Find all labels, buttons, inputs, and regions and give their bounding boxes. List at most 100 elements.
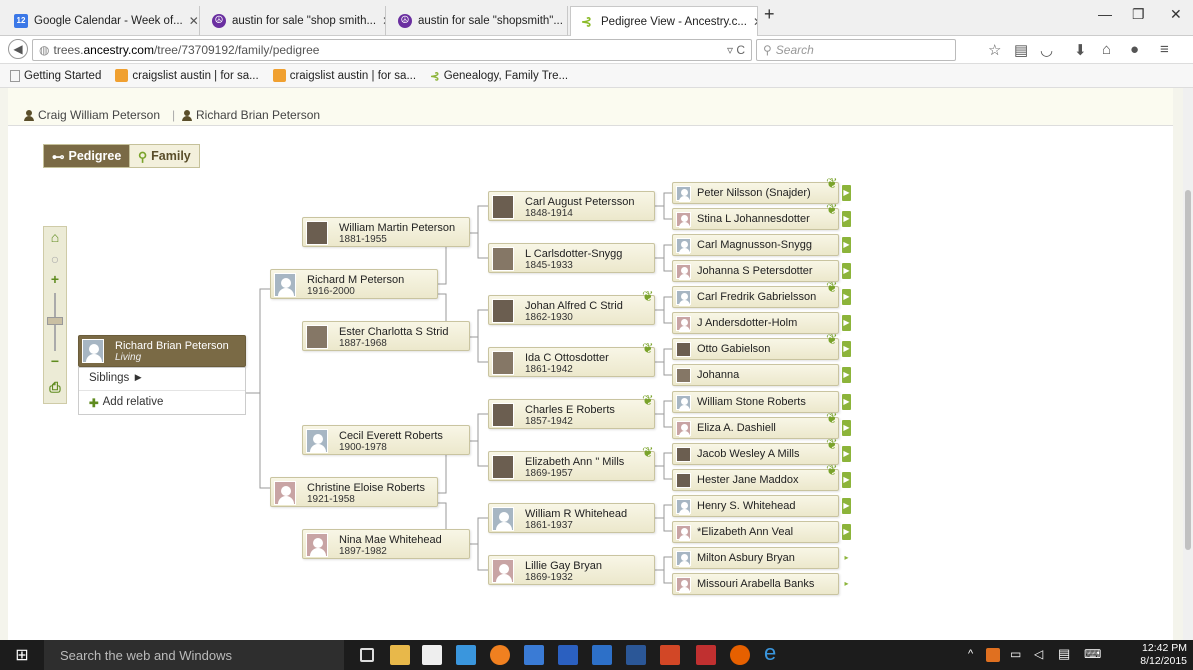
reload-icon[interactable]: ▿ C [727,43,745,57]
system-clock[interactable]: 12:42 PM 8/12/2015 [1140,642,1187,668]
close-icon[interactable]: ✕ [753,15,757,29]
expand-arrow-icon[interactable]: ▶ [842,341,851,357]
person-card[interactable]: Jacob Wesley A Mills ❦ [672,436,839,465]
hint-leaf-icon[interactable]: ❦ [642,392,658,408]
scrollbar-thumb[interactable] [1185,190,1191,550]
hint-leaf-icon[interactable]: ❦ [826,279,842,295]
expand-arrow-icon[interactable]: ▶ [842,237,851,253]
expand-arrow-icon[interactable]: ▶ [842,394,851,410]
person-card[interactable]: J Andersdotter-Holm [672,312,839,334]
person-card[interactable]: Carl Fredrik Gabrielsson ❦ [672,279,839,308]
expand-arrow-icon[interactable]: ▶ [842,289,851,305]
close-window-button[interactable]: ✕ [1170,6,1182,23]
expand-arrow-icon[interactable]: ▶ [842,367,851,383]
person-card[interactable]: L Carlsdotter-Snygg 1845-1933 [488,243,655,273]
expand-arrow-icon[interactable]: ▶ [842,524,851,540]
hint-leaf-icon[interactable]: ❦ [826,410,842,426]
bookmark-craigslist-1[interactable]: craigslist austin | for sa... [115,69,259,82]
person-card[interactable]: William R Whitehead 1861-1937 [488,503,655,533]
start-button[interactable]: ⊞ [0,640,44,670]
edge-icon[interactable]: e [764,642,784,664]
volume-icon[interactable]: ◁ [1034,647,1043,661]
person-card[interactable]: Ester Charlotta S Strid 1887-1968 [302,321,470,351]
app-icon[interactable] [696,645,716,665]
person-card[interactable]: Otto Gabielson ❦ [672,331,839,360]
person-card[interactable]: Johanna S Petersdotter [672,260,839,282]
chat-icon[interactable]: ● [1130,41,1139,58]
person-card[interactable]: Peter Nilsson (Snajder) ❦ [672,175,839,204]
person-card[interactable]: Elizabeth Ann " Mills 1869-1957 ❦ [488,444,655,481]
add-relative-link[interactable]: ✚ Add relative [89,396,163,410]
pocket-icon[interactable]: ◡ [1040,41,1053,59]
expand-arrow-icon[interactable]: ▶ [842,211,851,227]
tray-app-icon[interactable] [986,648,1000,662]
person-card[interactable]: Cecil Everett Roberts 1900-1978 [302,425,470,455]
person-card[interactable]: Lillie Gay Bryan 1869-1932 [488,555,655,585]
tab-craigslist-2[interactable]: ☮ austin for sale "shopsmith"... ✕ [388,6,568,36]
home-icon[interactable]: ⌂ [1102,41,1111,58]
expand-arrow-icon[interactable]: ▶ [842,315,851,331]
hint-leaf-icon[interactable]: ❦ [826,436,842,452]
hint-leaf-icon[interactable]: ❦ [642,444,658,460]
close-icon[interactable]: ✕ [382,14,385,28]
mail-icon[interactable] [456,645,476,665]
person-card[interactable]: William Martin Peterson 1881-1955 [302,217,470,247]
person-card[interactable]: Christine Eloise Roberts 1921-1958 [270,477,438,507]
powerpoint-icon[interactable] [660,645,680,665]
person-card[interactable]: Missouri Arabella Banks [672,573,839,595]
menu-icon[interactable]: ≡ [1160,41,1169,58]
person-card[interactable]: *Elizabeth Ann Veal [672,521,839,543]
app-icon[interactable] [558,645,578,665]
back-button[interactable]: ◀ [8,39,28,59]
bookmark-star-icon[interactable]: ☆ [988,41,1001,59]
expand-arrow-icon[interactable]: ▶ [842,446,851,462]
network-icon[interactable]: ▭ [1010,647,1021,661]
download-icon[interactable]: ⬇ [1074,41,1087,59]
reading-list-icon[interactable]: ▤ [1014,41,1028,59]
hint-leaf-icon[interactable]: ❦ [826,462,842,478]
person-card[interactable]: Carl August Petersson 1848-1914 [488,191,655,221]
task-view-icon[interactable] [360,648,374,662]
store-icon[interactable] [422,645,442,665]
expand-arrow-icon[interactable]: ▶ [842,185,851,201]
new-tab-button[interactable]: + [764,4,775,25]
person-card[interactable]: Milton Asbury Bryan [672,547,839,569]
expand-arrow-icon[interactable]: ▶ [842,263,851,279]
hint-leaf-icon[interactable]: ❦ [642,340,658,356]
word-icon[interactable] [626,645,646,665]
taskbar-search-input[interactable]: Search the web and Windows [44,640,344,670]
person-card[interactable]: Carl Magnusson-Snygg [672,234,839,256]
bookmark-craigslist-2[interactable]: craigslist austin | for sa... [272,69,416,82]
computer-icon[interactable] [524,645,544,665]
expand-arrow-icon[interactable]: ▶ [842,472,851,488]
siblings-link[interactable]: Siblings ► [89,372,144,384]
chevron-up-icon[interactable]: ^ [968,648,973,660]
person-card[interactable]: Eliza A. Dashiell ❦ [672,410,839,439]
bookmark-genealogy[interactable]: ⊰ Genealogy, Family Tre... [430,69,568,83]
hint-leaf-icon[interactable]: ❦ [826,331,842,347]
keyboard-icon[interactable]: ⌨ [1084,647,1101,661]
person-card[interactable]: Stina L Johannesdotter ❦ [672,201,839,230]
person-card[interactable]: Charles E Roberts 1857-1942 ❦ [488,392,655,429]
person-card[interactable]: William Stone Roberts [672,391,839,413]
person-card[interactable]: Johanna [672,364,839,386]
notifications-icon[interactable]: ▤ [1058,646,1070,662]
person-card[interactable]: Johan Alfred C Strid 1862-1930 ❦ [488,288,655,325]
restore-button[interactable]: ❐ [1132,6,1145,23]
tab-google-calendar[interactable]: 12 Google Calendar - Week of... ✕ [4,6,200,36]
hint-leaf-icon[interactable]: ❦ [826,175,842,191]
file-explorer-icon[interactable] [390,645,410,665]
minimize-button[interactable]: — [1098,6,1112,22]
bookmark-getting-started[interactable]: Getting Started [10,69,101,82]
tab-craigslist-1[interactable]: ☮ austin for sale "shop smith... ✕ [202,6,386,36]
hint-leaf-icon[interactable]: ❦ [642,288,658,304]
close-icon[interactable]: ✕ [189,14,199,28]
person-card[interactable]: Hester Jane Maddox ❦ [672,462,839,491]
root-person-card[interactable]: Richard Brian Peterson Living [78,335,246,367]
expand-arrow-icon[interactable]: ▸ [842,576,851,592]
person-card[interactable]: Nina Mae Whitehead 1897-1982 [302,529,470,559]
person-card[interactable]: Richard M Peterson 1916-2000 [270,269,438,299]
expand-arrow-icon[interactable]: ▸ [842,550,851,566]
hint-leaf-icon[interactable]: ❦ [826,201,842,217]
media-icon[interactable] [490,645,510,665]
